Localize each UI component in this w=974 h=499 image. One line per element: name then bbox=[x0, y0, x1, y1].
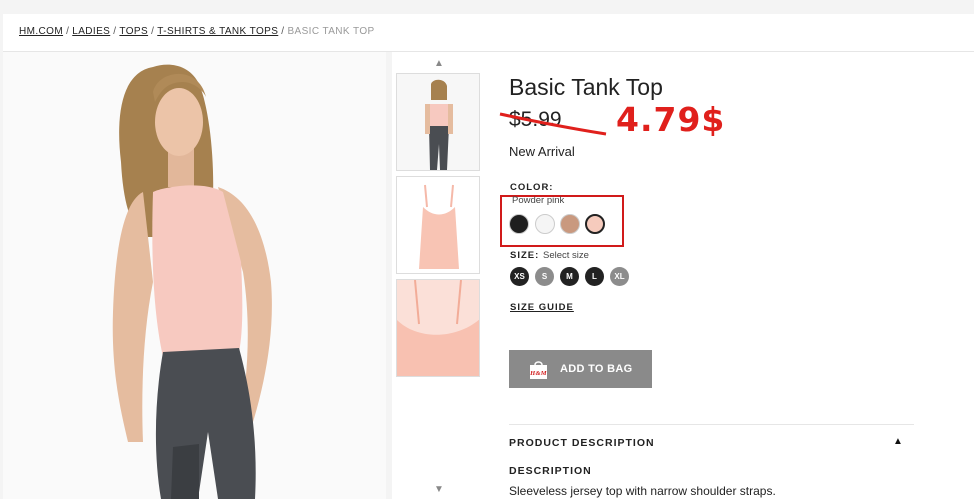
size-option-m[interactable]: M bbox=[560, 267, 579, 286]
triangle-up-icon[interactable]: ▲ bbox=[893, 436, 903, 447]
size-option-s[interactable]: S bbox=[535, 267, 554, 286]
breadcrumb-separator: / bbox=[66, 26, 70, 37]
new-arrival-badge: New Arrival bbox=[509, 144, 575, 159]
swatch-white[interactable] bbox=[535, 214, 555, 234]
add-to-bag-label: ADD TO BAG bbox=[560, 363, 633, 375]
color-label: COLOR: bbox=[510, 182, 554, 193]
swatch-black[interactable] bbox=[509, 214, 529, 234]
size-option-xs[interactable]: XS bbox=[510, 267, 529, 286]
add-to-bag-button[interactable]: H&M ADD TO BAG bbox=[509, 350, 652, 388]
breadcrumb: HM.COM / LADIES / TOPS / T-SHIRTS & TANK TOPS /… bbox=[3, 14, 974, 52]
top-strip bbox=[0, 0, 974, 14]
breadcrumb-current: BASIC TANK TOP bbox=[287, 26, 375, 37]
section-divider bbox=[509, 424, 914, 425]
size-option-l[interactable]: L bbox=[585, 267, 604, 286]
shopping-bag-icon: H&M bbox=[529, 359, 548, 380]
thumbnail-down-arrow-icon[interactable]: ▼ bbox=[434, 484, 444, 495]
product-main-image[interactable] bbox=[3, 52, 386, 499]
thumbnail-up-arrow-icon[interactable]: ▲ bbox=[434, 58, 444, 69]
breadcrumb-link-home[interactable]: HM.COM bbox=[19, 26, 63, 37]
size-guide-link[interactable]: SIZE GUIDE bbox=[510, 302, 574, 313]
size-select-prompt: Select size bbox=[543, 250, 589, 261]
selected-color-name: Powder pink bbox=[512, 195, 565, 206]
swatch-powder-pink[interactable] bbox=[585, 214, 605, 234]
size-label: SIZE: bbox=[510, 250, 540, 261]
thumbnail-strip: ▲ ▼ bbox=[392, 52, 488, 499]
price-strikethrough bbox=[499, 112, 607, 136]
sale-price: 4.79$ bbox=[616, 100, 726, 139]
model-photo bbox=[3, 52, 386, 499]
product-info-panel: Basic Tank Top $5.99 4.79$ New Arrival C… bbox=[488, 52, 974, 499]
swatch-beige[interactable] bbox=[560, 214, 580, 234]
thumbnail-detail[interactable] bbox=[396, 279, 480, 377]
breadcrumb-separator: / bbox=[151, 26, 155, 37]
breadcrumb-link-tops[interactable]: TOPS bbox=[119, 26, 148, 37]
size-option-xl[interactable]: XL bbox=[610, 267, 629, 286]
breadcrumb-link-tshirts[interactable]: T-SHIRTS & TANK TOPS bbox=[157, 26, 278, 37]
thumbnail-model[interactable] bbox=[396, 73, 480, 171]
description-subheading: DESCRIPTION bbox=[509, 465, 592, 477]
thumbnail-flat-front[interactable] bbox=[396, 176, 480, 274]
breadcrumb-separator: / bbox=[281, 26, 285, 37]
product-title: Basic Tank Top bbox=[509, 74, 663, 100]
description-text: Sleeveless jersey top with narrow should… bbox=[509, 484, 776, 498]
product-description-heading[interactable]: PRODUCT DESCRIPTION bbox=[509, 437, 655, 449]
bag-logo-text: H&M bbox=[529, 370, 547, 377]
breadcrumb-link-ladies[interactable]: LADIES bbox=[72, 26, 110, 37]
breadcrumb-separator: / bbox=[113, 26, 117, 37]
